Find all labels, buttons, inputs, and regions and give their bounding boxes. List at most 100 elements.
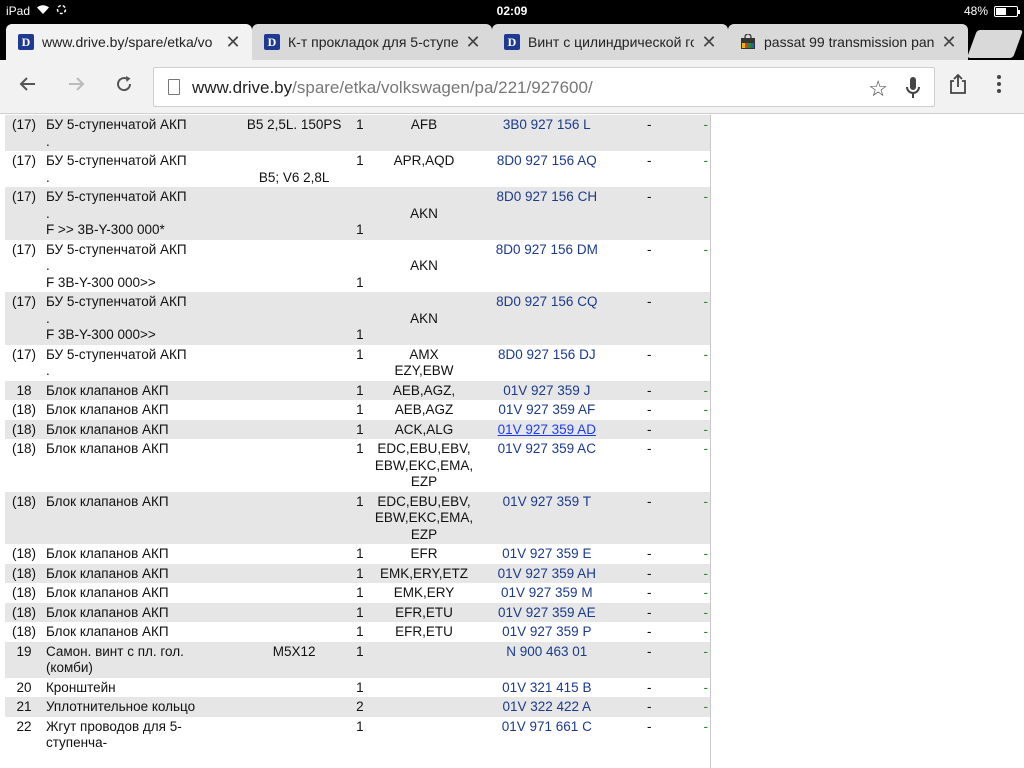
part-number-link[interactable]: 8D0 927 156 CH [497,189,598,204]
part-quantity: 1 [347,544,372,564]
part-number-link[interactable]: N 900 463 01 [506,644,587,659]
part-number: 01V 927 359 E [476,544,618,564]
part-number-link[interactable]: 3B0 927 156 L [503,117,591,132]
part-number-link[interactable]: 8D0 927 156 DJ [498,347,596,362]
part-remark [240,380,348,400]
part-price: - [617,344,682,381]
part-number-link[interactable]: 01V 927 359 AC [498,441,596,456]
part-remark [240,491,348,544]
part-number-link[interactable]: 01V 927 359 M [501,585,593,600]
part-position: (17) [5,187,43,240]
part-price: - [617,400,682,420]
part-price: - [617,622,682,642]
table-row: (17) БУ 5-ступенчатой АКП . F 3B-Y-300 00… [5,292,711,345]
part-stock: - [681,151,711,187]
part-name: БУ 5-ступенчатой АКП . F 3B-Y-300 000>> [42,292,241,345]
part-remark [240,439,348,492]
shopping-bag-icon [740,34,756,50]
share-icon [950,73,966,94]
part-number-link[interactable]: 8D0 927 156 CQ [496,294,597,309]
part-model: AKN [371,292,477,345]
part-position: 22 [5,716,43,753]
part-position: 20 [5,677,43,697]
close-tab-icon[interactable]: ✕ [464,32,482,53]
part-name: Блок клапанов АКП [42,419,241,439]
part-position: (17) [5,115,43,151]
back-arrow-icon [19,77,35,91]
close-tab-icon[interactable]: ✕ [940,32,958,53]
part-name: БУ 5-ступенчатой АКП . F 3B-Y-300 000>> [42,239,241,292]
part-stock: - [681,344,711,381]
part-model: EFR,ETU [371,622,477,642]
part-number-link[interactable]: 01V 927 359 P [502,624,591,639]
part-number-link[interactable]: 01V 927 359 AE [498,605,596,620]
part-remark [240,677,348,697]
part-number-link[interactable]: 01V 927 359 T [503,494,591,509]
part-stock: - [681,602,711,622]
part-stock: - [681,491,711,544]
part-price: - [617,641,682,678]
share-button[interactable] [944,73,972,101]
part-number: 01V 927 359 M [476,583,618,603]
table-row: 22 Жгут проводов для 5- ступенча- 1 01V 971… [5,716,711,753]
part-quantity: 1 [347,563,372,583]
part-number: 01V 322 422 A [476,697,618,717]
part-price: - [617,716,682,753]
part-stock: - [681,563,711,583]
part-number-link[interactable]: 01V 927 359 E [502,546,591,561]
part-number-link[interactable]: 01V 321 415 B [502,680,591,695]
url-text[interactable]: www.drive.by/spare/etka/volkswagen/pa/22… [192,78,593,98]
forward-button[interactable] [62,73,90,101]
tab-title: Винт с цилиндрической го [528,34,694,50]
part-number-link[interactable]: 01V 927 359 AF [498,402,595,417]
part-number-link[interactable]: 8D0 927 156 AQ [497,153,597,168]
part-remark [240,187,348,240]
close-tab-icon[interactable]: ✕ [224,32,242,53]
tab-gasket-kit[interactable]: D К-т прокладок для 5-ступе ✕ [252,24,492,60]
battery-fill [996,7,1006,15]
part-remark [240,697,348,717]
part-stock: - [681,187,711,240]
tab-title: passat 99 transmission pan [764,34,934,50]
new-tab-button[interactable] [966,30,1024,58]
part-price: - [617,544,682,564]
part-number-link[interactable]: 01V 927 359 AD [498,422,596,437]
part-model: AFB [371,115,477,151]
close-tab-icon[interactable]: ✕ [700,32,718,53]
part-name: Блок клапанов АКП [42,563,241,583]
tab-active[interactable]: D www.drive.by/spare/etka/vo ✕ [6,24,252,60]
part-model: EMK,ERY,ETZ [371,563,477,583]
part-name: Блок клапанов АКП [42,380,241,400]
part-model: EFR [371,544,477,564]
part-remark: M5X12 [240,641,348,678]
part-number-link[interactable]: 01V 927 359 J [503,383,590,398]
forward-arrow-icon [69,77,85,91]
part-number: 3B0 927 156 L [476,115,618,151]
part-remark [240,239,348,292]
part-remark [240,563,348,583]
address-bar[interactable]: www.drive.by/spare/etka/volkswagen/pa/22… [153,67,935,107]
url-host: www.drive.by [192,78,293,97]
part-number-link[interactable]: 01V 927 359 AH [498,566,596,581]
menu-button[interactable] [985,73,1013,101]
table-row: (17) БУ 5-ступенчатой АКП . B5; V6 2,8L 1 A… [5,151,711,187]
part-number-link[interactable]: 01V 971 661 C [502,719,592,734]
tab-transmission-pan[interactable]: passat 99 transmission pan ✕ [728,24,968,60]
part-position: (17) [5,292,43,345]
part-quantity: 1 [347,439,372,492]
part-position: (18) [5,563,43,583]
drive-favicon-icon: D [264,34,280,50]
part-number: 01V 321 415 B [476,677,618,697]
part-number-link[interactable]: 01V 322 422 A [502,699,591,714]
microphone-icon[interactable] [904,75,922,101]
part-stock: - [681,716,711,753]
part-name: Блок клапанов АКП [42,400,241,420]
reload-button[interactable] [110,73,138,101]
part-number: 8D0 927 156 DM [476,239,618,292]
part-number-link[interactable]: 8D0 927 156 DM [496,242,598,257]
tab-screw[interactable]: D Винт с цилиндрической го ✕ [492,24,728,60]
bookmark-star-icon[interactable]: ☆ [868,76,888,102]
part-model: ACK,ALG [371,419,477,439]
back-button[interactable] [14,73,42,101]
part-price: - [617,419,682,439]
